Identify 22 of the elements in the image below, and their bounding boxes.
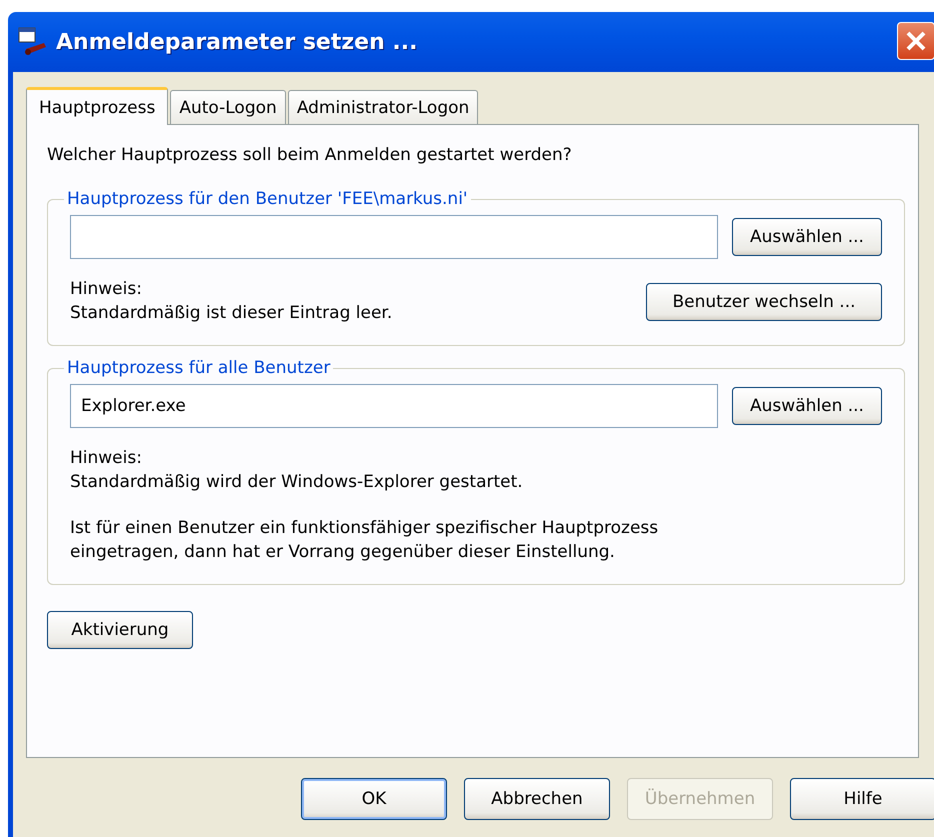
activation-button[interactable]: Aktivierung [47,611,193,649]
close-button[interactable] [897,22,934,60]
tab[interactable]: Auto-Logon [170,90,286,124]
dialog-button[interactable]: Hilfe [790,778,934,820]
app-icon [18,27,48,57]
hint-text: Ist für einen Benutzer ein funktionsfähiger spezifischer Hauptprozess eingetragen, dann hat er Vorrang gegenüber dieser Einstellung. [70,517,658,564]
tab[interactable]: Hauptprozess [26,87,168,125]
browse-button[interactable]: Auswählen ... [732,387,882,425]
question-text: Welcher Hauptprozess soll beim Anmelden gestartet werden? [47,145,573,165]
hint-text: Hinweis: Standardmäßig wird der Windows-Explorer gestartet. [70,447,524,494]
window-title: Anmeldeparameter setzen ... [56,30,418,54]
dialog-button[interactable]: Abbrechen [464,778,610,820]
dialog-button[interactable]: OK [301,778,447,820]
switch-user-button[interactable]: Benutzer wechseln ... [646,283,882,321]
tab[interactable]: Administrator-Logon [288,90,478,124]
input-field[interactable]: Explorer.exe [70,384,718,428]
close-icon [905,30,927,52]
input-field[interactable] [70,215,718,259]
group-title: Hauptprozess für alle Benutzer [66,358,332,378]
group-title: Hauptprozess für den Benutzer 'FEE\markus.ni' [66,189,469,209]
hint-text: Hinweis: Standardmäßig ist dieser Eintrag leer. [70,278,392,325]
browse-button[interactable]: Auswählen ... [732,218,882,256]
